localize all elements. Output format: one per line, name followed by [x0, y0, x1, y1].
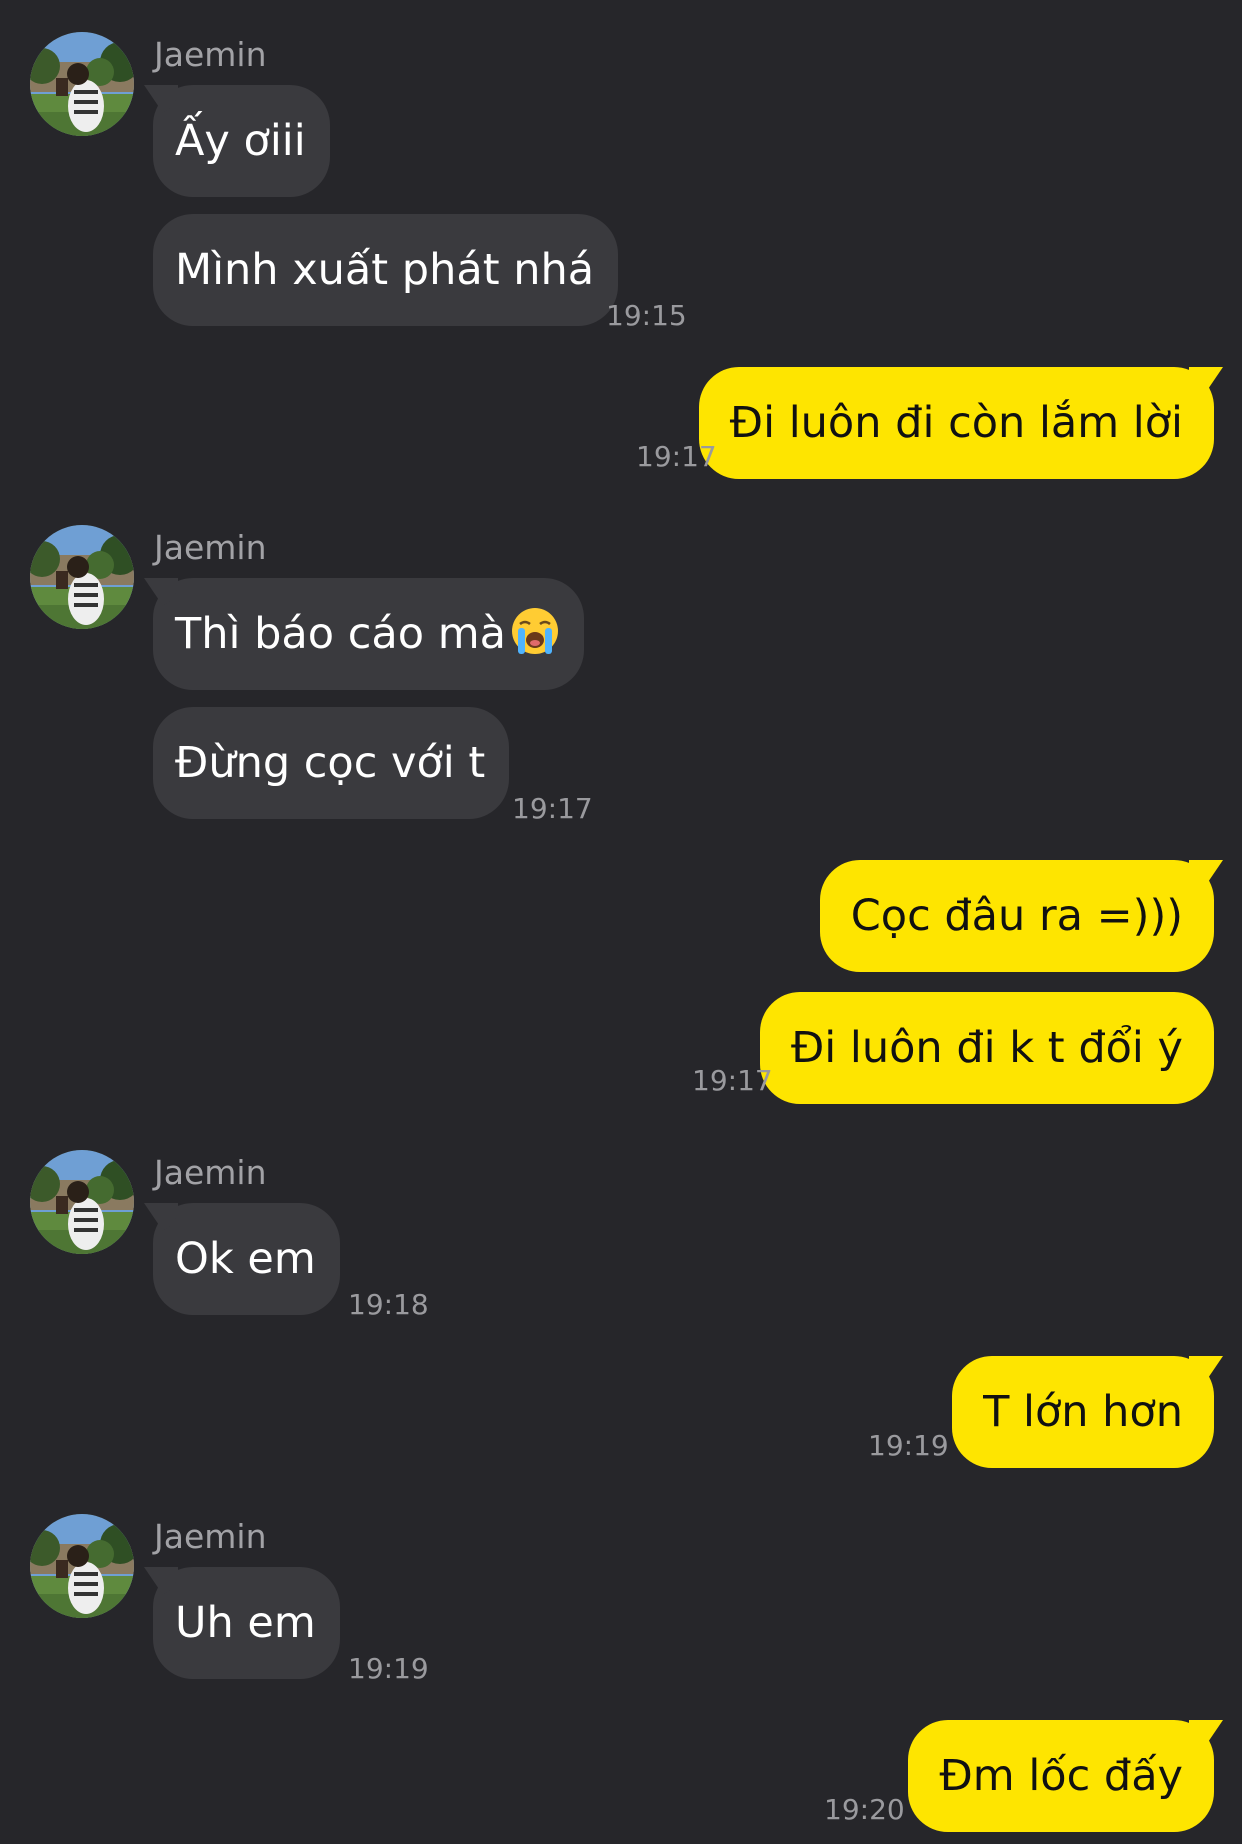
- incoming-message-bubble[interactable]: Thì báo cáo mà: [153, 578, 584, 690]
- outgoing-message-bubble[interactable]: Đi luôn đi k t đổi ý: [759, 992, 1214, 1104]
- message-timestamp: 19:18: [348, 1288, 429, 1321]
- loudly-crying-face-icon: [511, 608, 558, 654]
- message-text: Đi luôn đi còn lắm lời: [729, 398, 1183, 448]
- sender-name: Jaemin: [154, 35, 267, 74]
- message-timestamp: 19:20: [824, 1793, 905, 1826]
- contact-avatar[interactable]: [30, 32, 134, 136]
- contact-avatar[interactable]: [30, 1514, 134, 1618]
- message-timestamp: 19:17: [636, 440, 717, 473]
- outgoing-message-bubble[interactable]: T lớn hơn: [952, 1356, 1214, 1468]
- contact-avatar[interactable]: [30, 1150, 134, 1254]
- message-timestamp: 19:19: [348, 1652, 429, 1685]
- message-text: T lớn hơn: [983, 1387, 1183, 1437]
- message-text: Đừng cọc với t: [175, 738, 486, 788]
- sender-name: Jaemin: [154, 1517, 267, 1556]
- sender-name: Jaemin: [154, 1153, 267, 1192]
- message-text: Mình xuất phát nhá: [175, 245, 595, 295]
- incoming-message-bubble[interactable]: Ấy ơiii: [153, 85, 330, 197]
- outgoing-message-bubble[interactable]: Đi luôn đi còn lắm lời: [698, 367, 1214, 479]
- message-timestamp: 19:19: [868, 1429, 949, 1462]
- message-text: Thì báo cáo mà: [175, 609, 506, 659]
- message-timestamp: 19:17: [692, 1064, 773, 1097]
- message-text: Cọc đâu ra =))): [850, 891, 1183, 941]
- incoming-message-bubble[interactable]: Đừng cọc với t: [153, 707, 510, 819]
- outgoing-message-bubble[interactable]: Đm lốc đấy: [908, 1720, 1214, 1832]
- outgoing-message-bubble[interactable]: Cọc đâu ra =))): [819, 860, 1214, 972]
- incoming-message-bubble[interactable]: Mình xuất phát nhá: [153, 214, 619, 326]
- message-timestamp: 19:17: [512, 792, 593, 825]
- message-text: Ok em: [175, 1234, 316, 1284]
- sender-name: Jaemin: [154, 528, 267, 567]
- message-text: Đi luôn đi k t đổi ý: [790, 1023, 1183, 1073]
- contact-avatar[interactable]: [30, 525, 134, 629]
- message-text: Uh em: [175, 1598, 316, 1648]
- incoming-message-bubble[interactable]: Ok em: [153, 1203, 340, 1315]
- incoming-message-bubble[interactable]: Uh em: [153, 1567, 340, 1679]
- message-text: Ấy ơiii: [175, 116, 306, 166]
- message-text: Đm lốc đấy: [939, 1751, 1183, 1801]
- message-timestamp: 19:15: [606, 299, 687, 332]
